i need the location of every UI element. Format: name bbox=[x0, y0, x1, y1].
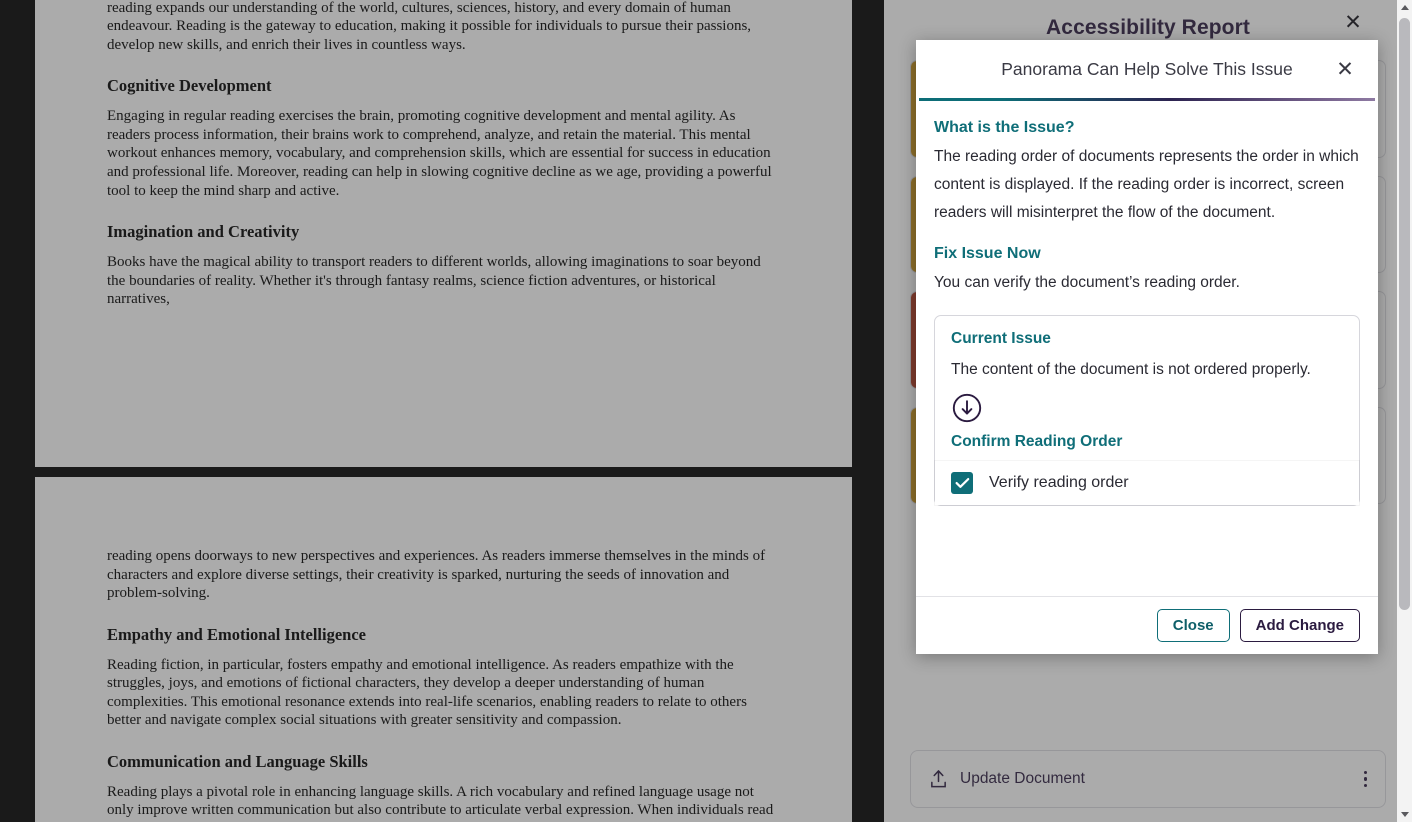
doc-paragraph: Engaging in regular reading exercises th… bbox=[107, 108, 772, 199]
dialog-title: Panorama Can Help Solve This Issue bbox=[1001, 58, 1293, 79]
dialog-footer: Close Add Change bbox=[916, 596, 1378, 654]
close-icon[interactable]: ✕ bbox=[1340, 9, 1366, 35]
verify-reading-order-label: Verify reading order bbox=[989, 474, 1129, 491]
current-issue-heading: Current Issue bbox=[951, 330, 1051, 347]
doc-paragraph: At its most fundamental level, reading i… bbox=[107, 0, 752, 53]
arrow-down-circle-icon[interactable] bbox=[951, 392, 1343, 429]
doc-heading: Cognitive Development bbox=[107, 76, 272, 96]
verify-reading-order-checkbox-row[interactable]: Verify reading order bbox=[935, 461, 1359, 505]
check-icon bbox=[955, 478, 969, 488]
doc-heading: Communication and Language Skills bbox=[107, 751, 368, 771]
dialog-header: Panorama Can Help Solve This Issue ✕ bbox=[916, 40, 1378, 98]
scrollbar-thumb[interactable] bbox=[1399, 18, 1410, 610]
current-issue-box: Current Issue The content of the documen… bbox=[934, 315, 1360, 506]
doc-paragraph: Reading plays a pivotal role in enhancin… bbox=[107, 783, 774, 819]
add-change-button[interactable]: Add Change bbox=[1239, 609, 1360, 642]
section-body-fix-issue-now: You can verify the document’s reading or… bbox=[934, 274, 1240, 291]
doc-heading: Empathy and Emotional Intelligence bbox=[107, 624, 366, 644]
doc-heading: Imagination and Creativity bbox=[107, 222, 300, 242]
section-heading-fix-issue-now: Fix Issue Now bbox=[934, 245, 1041, 262]
confirm-reading-order-heading: Confirm Reading Order bbox=[951, 433, 1123, 450]
document-viewer[interactable]: Knowledge and Education At its most fund… bbox=[0, 0, 884, 822]
verify-reading-order-checkbox[interactable] bbox=[951, 472, 973, 494]
app-root: Knowledge and Education At its most fund… bbox=[0, 0, 1412, 822]
scroll-down-arrow-icon[interactable] bbox=[1400, 812, 1409, 817]
scroll-up-arrow-icon[interactable] bbox=[1400, 5, 1409, 10]
kebab-menu-icon[interactable] bbox=[1363, 770, 1367, 788]
current-issue-description: The content of the document is not order… bbox=[951, 361, 1311, 378]
section-heading-what-is-the-issue: What is the Issue? bbox=[934, 119, 1075, 136]
dialog-body: What is the Issue? The reading order of … bbox=[916, 101, 1378, 596]
vertical-scrollbar[interactable] bbox=[1397, 0, 1412, 822]
update-document-bar[interactable]: Update Document bbox=[910, 750, 1386, 808]
page-title: Accessibility Report bbox=[1046, 16, 1250, 39]
doc-paragraph: reading opens doorways to new perspectiv… bbox=[107, 548, 766, 602]
document-page-2: reading opens doorways to new perspectiv… bbox=[35, 477, 852, 822]
document-page-1: Knowledge and Education At its most fund… bbox=[35, 0, 852, 467]
panorama-help-dialog: Panorama Can Help Solve This Issue ✕ Wha… bbox=[916, 40, 1378, 654]
update-document-label: Update Document bbox=[960, 770, 1085, 787]
doc-paragraph: Reading fiction, in particular, fosters … bbox=[107, 656, 747, 729]
upload-icon bbox=[931, 770, 946, 788]
close-icon[interactable]: ✕ bbox=[1330, 54, 1360, 84]
section-body-what-is-the-issue: The reading order of documents represent… bbox=[934, 148, 1359, 221]
doc-paragraph: Books have the magical ability to transp… bbox=[107, 253, 761, 308]
close-button[interactable]: Close bbox=[1156, 609, 1230, 642]
